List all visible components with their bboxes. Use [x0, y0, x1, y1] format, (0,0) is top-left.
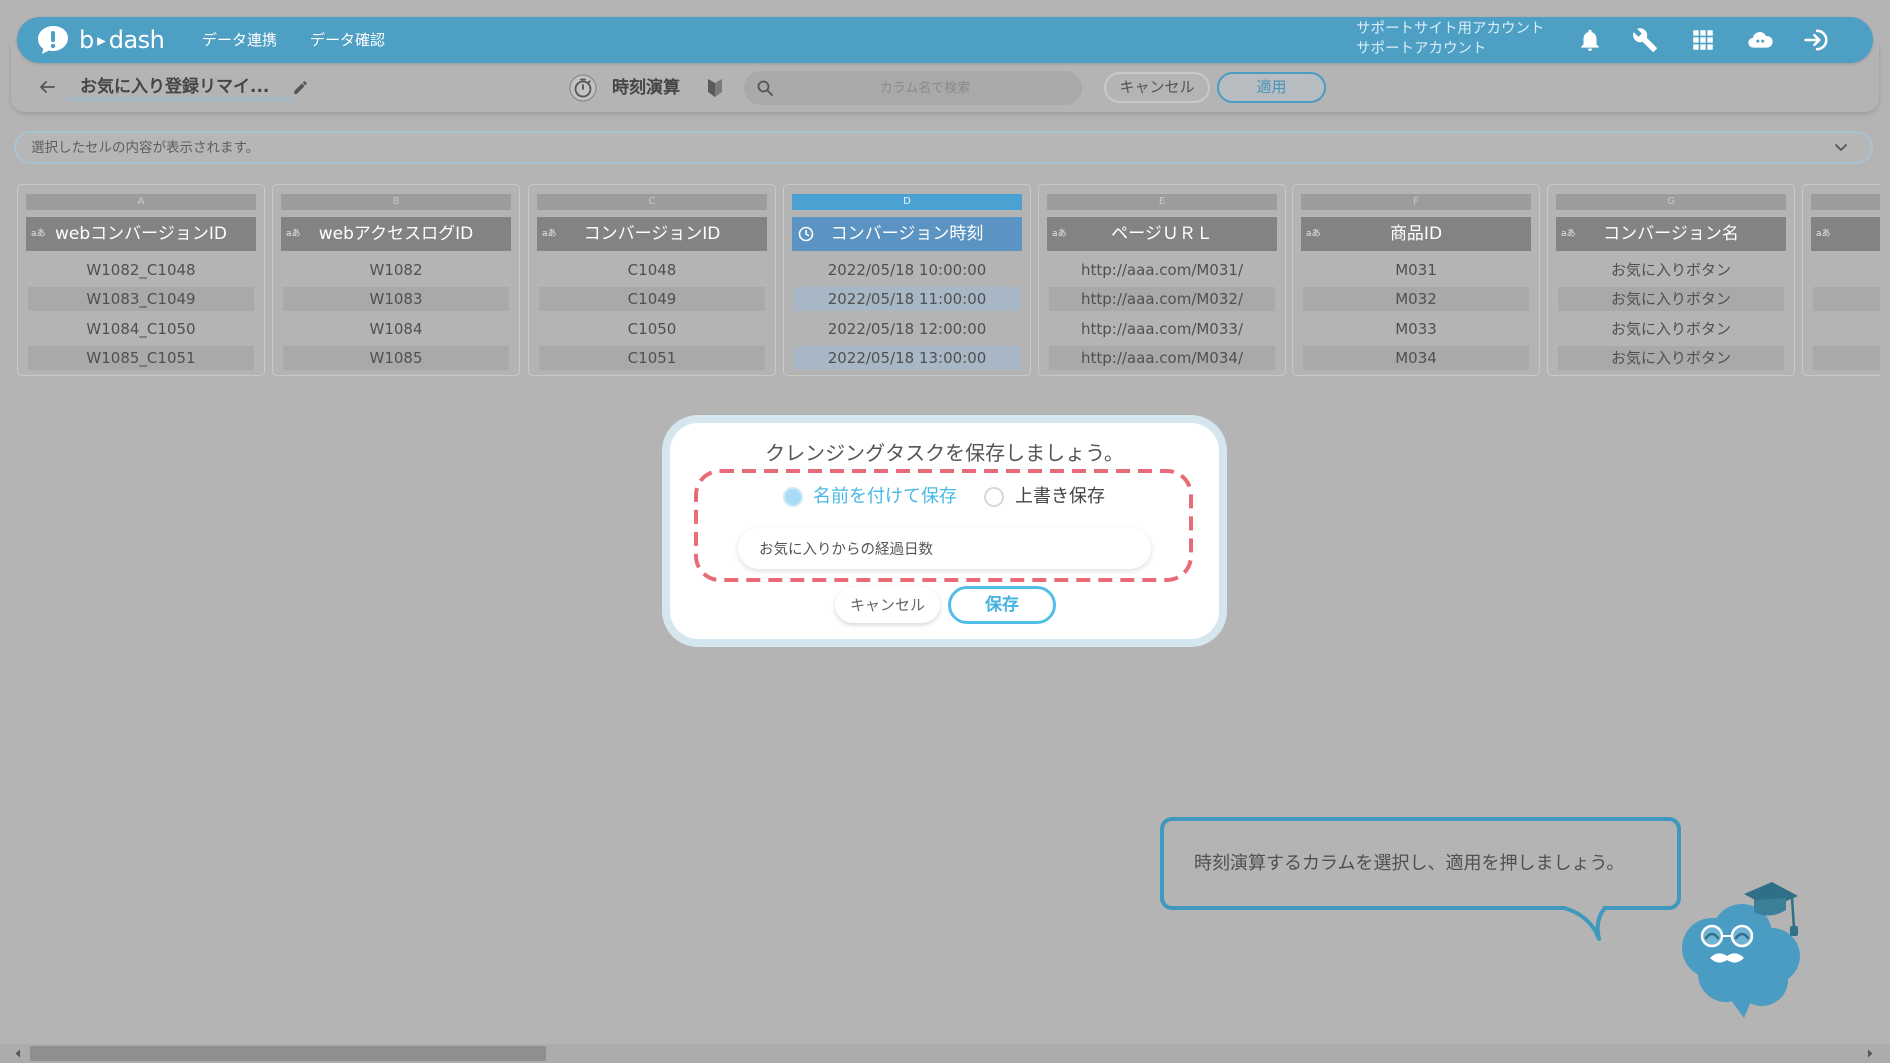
radio-overwrite-label[interactable]: 上書き保存 [1015, 486, 1105, 508]
save-task-dialog: クレンジングタスクを保存しましょう。 名前を付けて保存 上書き保存 キャンセル … [670, 423, 1219, 639]
radio-save-as-new-label[interactable]: 名前を付けて保存 [813, 486, 957, 508]
task-name-input[interactable] [738, 527, 1151, 569]
radio-overwrite[interactable] [984, 487, 1004, 507]
dialog-save-button[interactable]: 保存 [948, 586, 1056, 624]
dialog-title: クレンジングタスクを保存しましょう。 [765, 441, 1124, 465]
dialog-cancel-button[interactable]: キャンセル [835, 587, 940, 623]
radio-save-as-new[interactable] [783, 487, 803, 507]
